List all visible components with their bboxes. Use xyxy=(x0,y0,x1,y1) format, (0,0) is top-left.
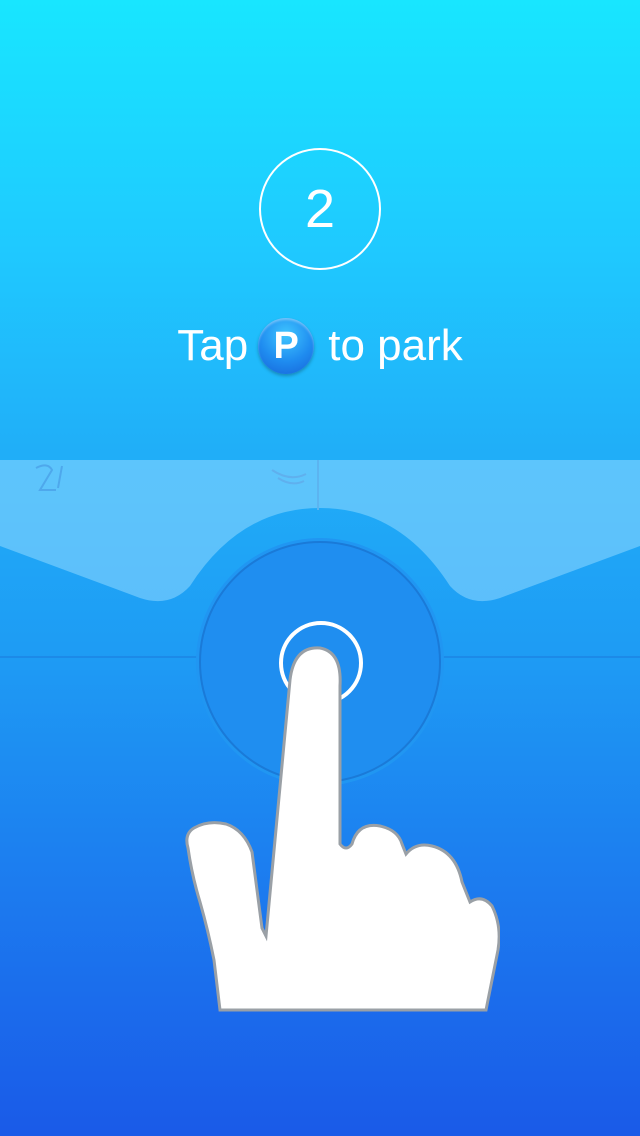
tap-finger-hand-icon xyxy=(185,646,500,1012)
instruction-text-before: Tap xyxy=(177,321,249,370)
instruction-text-after: to park xyxy=(328,321,463,370)
instruction-text: Tap P to park xyxy=(0,314,640,378)
parking-badge-letter: P xyxy=(273,325,299,367)
parking-p-icon: P xyxy=(258,318,315,374)
step-indicator: 2 xyxy=(259,148,381,270)
tutorial-screen: 2 Tap P to park xyxy=(0,0,640,1136)
step-number: 2 xyxy=(304,179,336,239)
